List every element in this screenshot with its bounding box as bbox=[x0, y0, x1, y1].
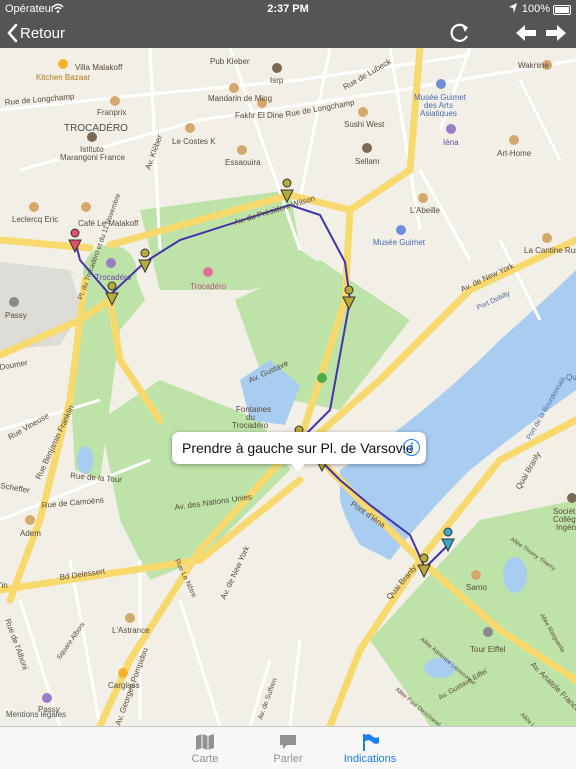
map-canvas[interactable]: Villa Malakoff Pub Kleber Isrp Rue de Lu… bbox=[0, 48, 576, 726]
metro-label: Trocadéro bbox=[95, 273, 132, 282]
restaurant-icon bbox=[25, 515, 35, 525]
poi-label: Trocadéro bbox=[190, 282, 227, 291]
building-icon bbox=[9, 297, 19, 307]
callout-pointer bbox=[290, 463, 306, 471]
museum-icon bbox=[396, 225, 406, 235]
poi-label: Pub Kleber bbox=[210, 57, 250, 66]
speech-bubble-icon bbox=[280, 735, 296, 749]
poi-label: Le Costes K bbox=[172, 137, 216, 146]
nightlife-icon bbox=[203, 267, 213, 277]
direction-instruction: Prendre à gauche sur Pl. de Varsovie bbox=[182, 440, 414, 456]
shopping-icon bbox=[118, 668, 128, 678]
poi-label: Franprix bbox=[97, 108, 126, 117]
poi-label: Musée Guimet bbox=[373, 238, 426, 247]
navigation-bar: Retour bbox=[0, 18, 576, 48]
pond-east bbox=[503, 557, 527, 593]
poi-label: Isrp bbox=[270, 76, 284, 85]
flag-icon bbox=[363, 734, 379, 751]
poi-label: L'Astrance bbox=[112, 626, 150, 635]
poi-label: Trocadéro bbox=[232, 421, 269, 430]
restaurant-icon bbox=[185, 123, 195, 133]
back-button[interactable]: Retour bbox=[6, 21, 65, 45]
shopping-icon bbox=[58, 59, 68, 69]
store-icon bbox=[509, 135, 519, 145]
refresh-icon[interactable] bbox=[448, 22, 472, 44]
poi-label: Essaouira bbox=[225, 158, 261, 167]
next-step-arrow-icon[interactable] bbox=[544, 22, 568, 44]
previous-step-arrow-icon[interactable] bbox=[514, 22, 538, 44]
tab-parler[interactable]: Parler bbox=[243, 727, 333, 769]
poi-label: Fakhr El Dine bbox=[235, 111, 284, 120]
direction-callout[interactable]: Prendre à gauche sur Pl. de Varsovie i bbox=[172, 432, 426, 471]
poi-label: Samo bbox=[466, 583, 487, 592]
street-label: Qu bbox=[566, 373, 576, 382]
restaurant-icon bbox=[471, 570, 481, 580]
poi-label: Mandarin de Ming bbox=[208, 94, 272, 103]
legal-link[interactable]: Mentions légales bbox=[6, 710, 66, 719]
poi-label: Sellam bbox=[355, 157, 380, 166]
chevron-left-icon bbox=[7, 23, 18, 43]
battery-percent: 100% bbox=[521, 3, 550, 15]
metro-icon bbox=[42, 693, 52, 703]
street-label: Villa Malakoff bbox=[75, 63, 123, 72]
poi-label: Adem bbox=[20, 529, 41, 538]
status-bar: Opérateur 2:37 PM 100% bbox=[0, 0, 576, 18]
poi-label: Asiatiques bbox=[420, 109, 457, 118]
park-icon bbox=[317, 373, 327, 383]
poi-label: Art-Home bbox=[497, 149, 532, 158]
district-label: Passy bbox=[5, 311, 27, 320]
poi-label: Marangoni France bbox=[60, 153, 125, 162]
poi-label: La Cantine Russe bbox=[524, 246, 576, 255]
metro-icon bbox=[106, 258, 116, 268]
poi-label: Waknine bbox=[518, 61, 549, 70]
poi-label: Ingén bbox=[556, 523, 576, 532]
restaurant-icon bbox=[81, 202, 91, 212]
poi-label: L'Abeille bbox=[410, 206, 441, 215]
restaurant-icon bbox=[542, 233, 552, 243]
tab-carte[interactable]: Carte bbox=[160, 727, 250, 769]
store-icon bbox=[29, 202, 39, 212]
poi-label: Kitchen Bazaar bbox=[36, 73, 91, 82]
info-icon[interactable]: i bbox=[403, 439, 420, 456]
restaurant-icon bbox=[237, 145, 247, 155]
back-button-label: Retour bbox=[20, 24, 66, 42]
restaurant-icon bbox=[229, 83, 239, 93]
school-icon bbox=[272, 63, 282, 73]
tab-bar: Carte Parler Indications bbox=[0, 726, 576, 769]
pond-west bbox=[77, 446, 93, 474]
metro-icon bbox=[446, 124, 456, 134]
poi-label: Sushi West bbox=[344, 120, 385, 129]
street-label: 'in bbox=[0, 581, 8, 590]
tab-label: Carte bbox=[191, 753, 219, 765]
metro-label: Iéna bbox=[443, 138, 459, 147]
map-icon bbox=[196, 734, 214, 750]
landmark-icon bbox=[483, 627, 493, 637]
tab-indications[interactable]: Indications bbox=[325, 727, 415, 769]
store-icon bbox=[418, 193, 428, 203]
tab-label: Indications bbox=[343, 753, 397, 765]
poi-label: Tour Eiffel bbox=[470, 645, 506, 654]
restaurant-icon bbox=[358, 107, 368, 117]
restaurant-icon bbox=[125, 613, 135, 623]
museum-icon bbox=[436, 79, 446, 89]
poi-label: Leclercq Eric bbox=[12, 215, 58, 224]
location-arrow-icon bbox=[509, 3, 517, 13]
status-time: 2:37 PM bbox=[267, 3, 309, 15]
school-icon bbox=[362, 143, 372, 153]
battery-icon bbox=[553, 5, 571, 15]
tab-label: Parler bbox=[273, 753, 303, 765]
map-view[interactable]: Villa Malakoff Pub Kleber Isrp Rue de Lu… bbox=[0, 48, 576, 726]
district-label: TROCADÉRO bbox=[64, 121, 128, 134]
store-icon bbox=[110, 96, 120, 106]
